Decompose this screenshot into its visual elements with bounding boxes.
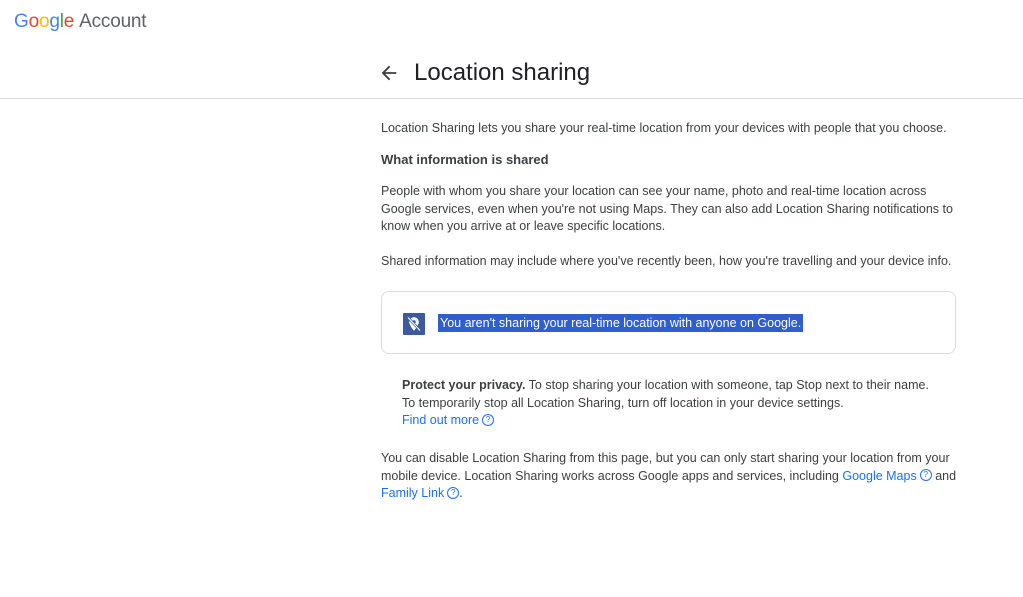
back-button[interactable] (378, 62, 400, 84)
account-label: Account (79, 11, 147, 32)
page-header: Location sharing (0, 46, 1023, 99)
top-bar: Google Account (0, 0, 1023, 46)
location-off-icon (403, 313, 425, 335)
sharing-status-card: You aren't sharing your real-time locati… (381, 291, 956, 354)
intro-text: Location Sharing lets you share your rea… (381, 121, 947, 135)
section-heading: What information is shared (381, 152, 549, 167)
family-link-link[interactable]: Family Link? (381, 486, 460, 500)
google-account-logo[interactable]: Google Account (14, 11, 147, 33)
google-maps-link[interactable]: Google Maps? (842, 469, 932, 483)
visibility-text: People with whom you share your location… (381, 184, 953, 233)
help-icon: ? (482, 413, 495, 426)
find-out-more-link[interactable]: Find out more? (402, 413, 495, 427)
help-icon: ? (447, 486, 460, 499)
sharing-status-message: You aren't sharing your real-time locati… (438, 314, 804, 332)
help-icon: ? (919, 469, 932, 482)
privacy-line1: To stop sharing your location with someo… (525, 378, 929, 392)
footer-text: You can disable Location Sharing from th… (381, 451, 957, 500)
page-title: Location sharing (414, 59, 591, 86)
shared-info-text: Shared information may include where you… (381, 254, 952, 268)
privacy-line2: To temporarily stop all Location Sharing… (402, 395, 844, 410)
privacy-note: Protect your privacy. To stop sharing yo… (402, 377, 962, 430)
arrow-left-icon (381, 65, 397, 81)
privacy-bold: Protect your privacy. (402, 378, 526, 392)
